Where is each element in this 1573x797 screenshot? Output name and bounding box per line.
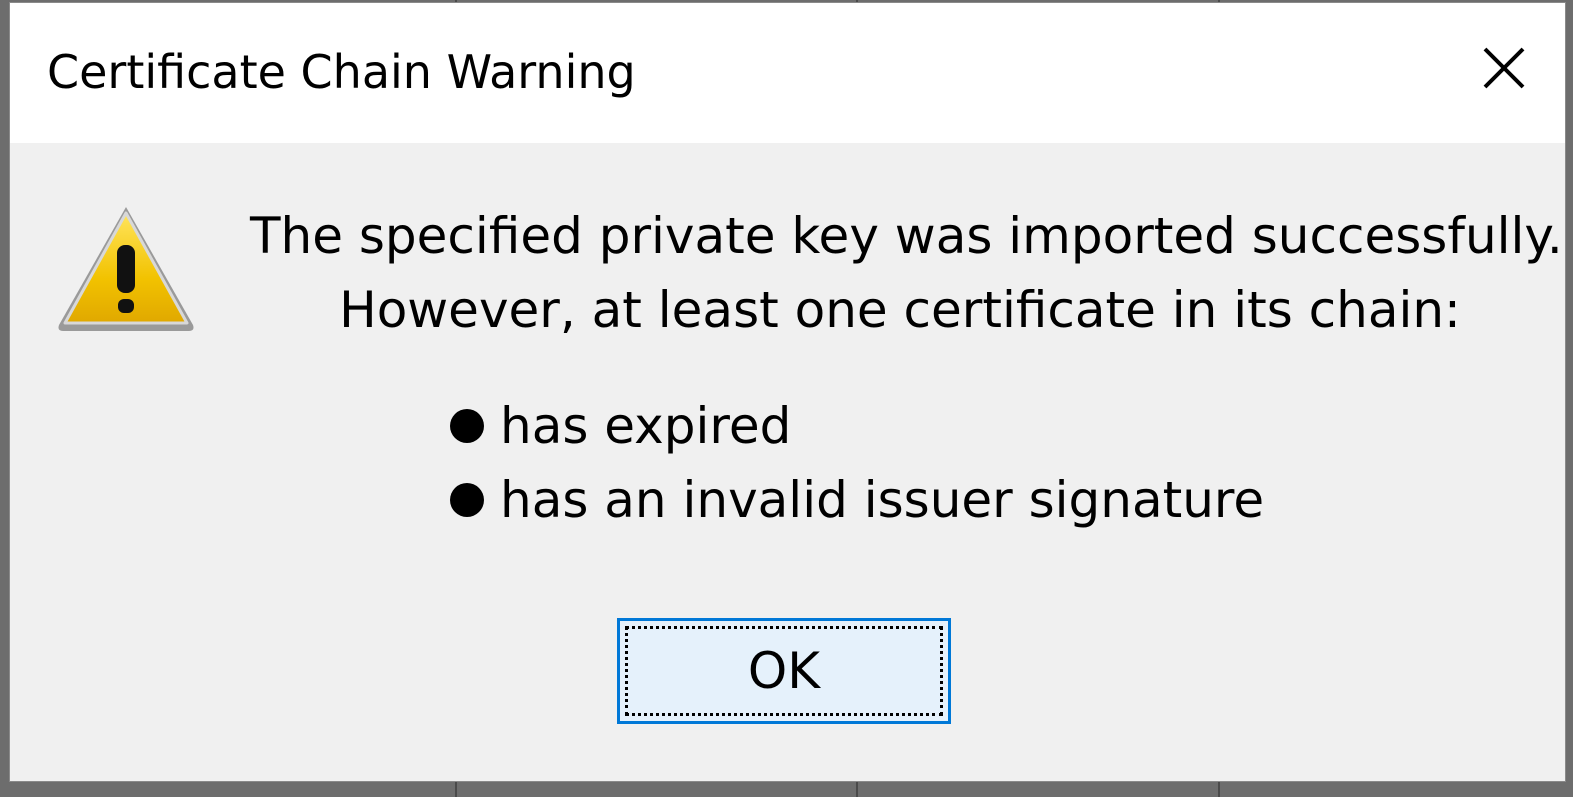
- message-line: The specified private key was imported s…: [250, 207, 1563, 265]
- certificate-warning-dialog: Certificate Chain Warning The specified …: [9, 2, 1566, 782]
- background-divider: [1218, 782, 1220, 797]
- dialog-titlebar: Certificate Chain Warning: [10, 3, 1565, 143]
- background-divider: [455, 782, 457, 797]
- ok-button[interactable]: OK: [617, 618, 951, 724]
- warning-icon: [58, 207, 194, 331]
- bullet-icon: [450, 483, 484, 517]
- message-line: However, at least one certificate in its…: [339, 281, 1461, 339]
- bullet-icon: [450, 409, 484, 443]
- issue-list: has expired has an invalid issuer signat…: [438, 389, 1264, 537]
- ok-button-label: OK: [747, 642, 821, 700]
- issue-text: has expired: [500, 397, 792, 455]
- dialog-message: The specified private key was imported s…: [250, 199, 1563, 347]
- dialog-title: Certificate Chain Warning: [47, 45, 636, 99]
- issue-item: has an invalid issuer signature: [438, 463, 1264, 537]
- issue-text: has an invalid issuer signature: [500, 471, 1265, 529]
- issue-item: has expired: [438, 389, 1264, 463]
- close-icon: [1483, 47, 1525, 89]
- background-divider: [856, 782, 858, 797]
- close-button[interactable]: [1471, 35, 1537, 101]
